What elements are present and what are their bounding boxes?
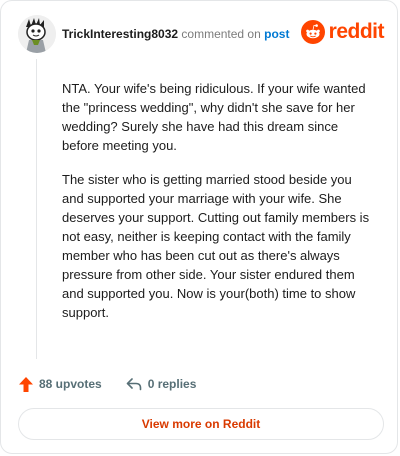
reddit-snoo-icon <box>300 20 325 44</box>
reply-button[interactable]: 0 replies <box>126 377 197 391</box>
view-more-on-reddit-button[interactable]: View more on Reddit <box>18 408 384 440</box>
reddit-wordmark: reddit <box>328 20 385 43</box>
upvote-button[interactable]: 88 upvotes <box>19 376 102 392</box>
reddit-logo[interactable]: reddit <box>300 19 385 45</box>
upvote-arrow-icon <box>19 376 33 392</box>
reply-arrow-icon <box>126 378 142 391</box>
upvote-count: 88 upvotes <box>39 377 102 391</box>
post-link[interactable]: post <box>264 27 289 41</box>
comment-header: TrickInteresting8032 commented on post r… <box>18 15 386 55</box>
user-avatar[interactable] <box>18 15 56 53</box>
avatar-icon <box>18 15 56 53</box>
username[interactable]: TrickInteresting8032 <box>62 27 178 41</box>
reply-count: 0 replies <box>147 377 197 391</box>
embedded-comment-card: TrickInteresting8032 commented on post r… <box>0 0 398 454</box>
commented-on-text: commented on <box>181 27 261 41</box>
comment-paragraph: NTA. Your wife's being ridiculous. If yo… <box>62 81 366 153</box>
comment-actions: 88 upvotes 0 replies <box>19 375 220 393</box>
thread-line <box>36 59 37 359</box>
comment-meta: TrickInteresting8032 commented on post <box>62 27 289 41</box>
comment-body: NTA. Your wife's being ridiculous. If yo… <box>62 79 372 337</box>
comment-paragraph: The sister who is getting married stood … <box>62 172 370 320</box>
